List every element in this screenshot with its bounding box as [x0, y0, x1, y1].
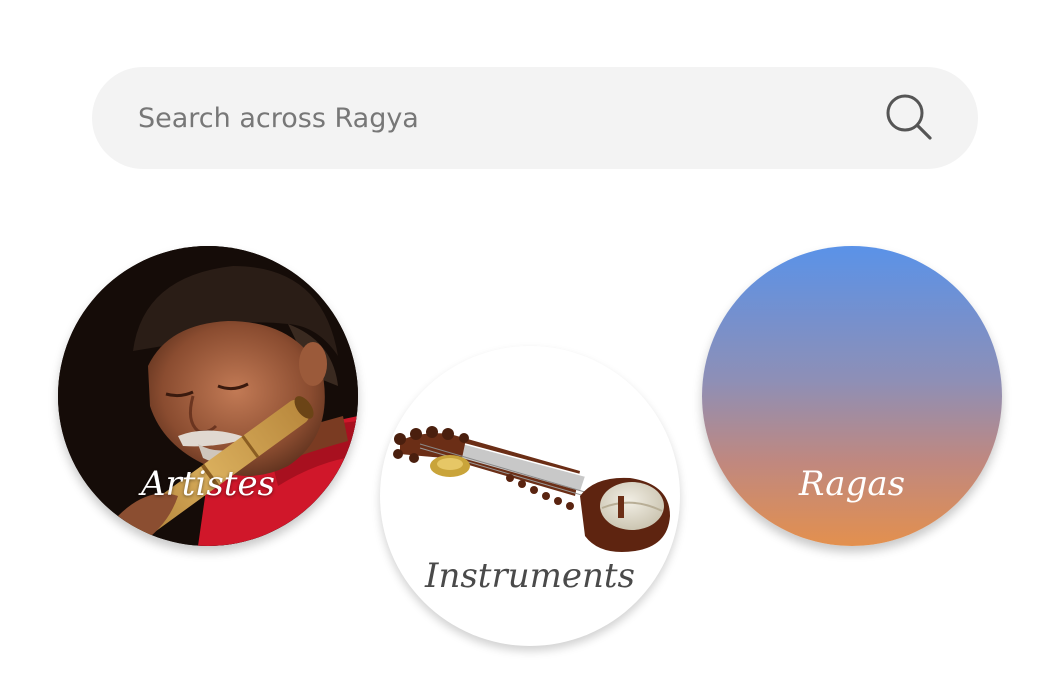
sarod-instrument-photo	[393, 426, 670, 552]
category-artistes[interactable]: Artistes	[58, 246, 358, 546]
category-label: Ragas	[798, 464, 906, 504]
category-label: Instruments	[425, 556, 635, 596]
search-icon[interactable]	[882, 91, 938, 147]
search-bar[interactable]	[92, 67, 978, 169]
category-label: Artistes	[140, 464, 276, 504]
search-input[interactable]	[138, 67, 838, 169]
category-instruments[interactable]: Instruments	[380, 346, 680, 646]
category-ragas[interactable]: Ragas	[702, 246, 1002, 546]
page: Artistes	[0, 0, 1054, 688]
